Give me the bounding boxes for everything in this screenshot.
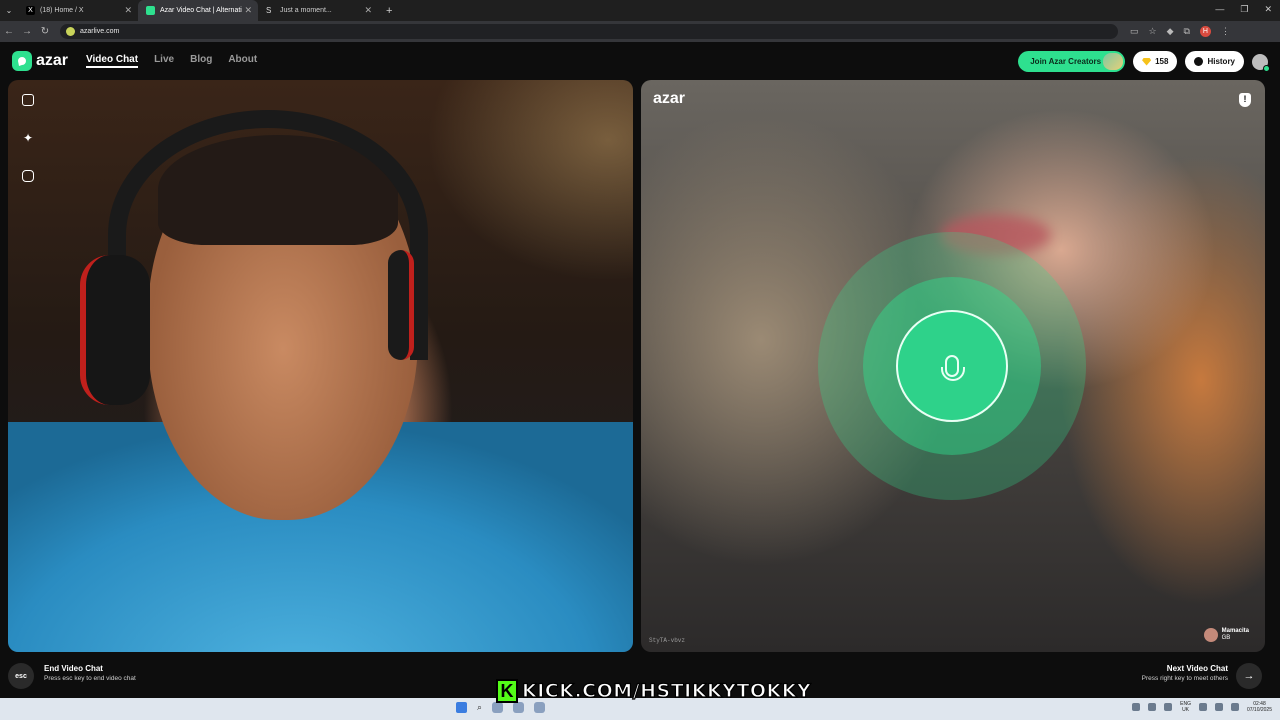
sparkle-effects-icon[interactable]: ✦ <box>22 132 34 144</box>
peer-info[interactable]: Mamacita GB <box>1203 628 1249 642</box>
azar-favicon-icon <box>146 6 155 15</box>
reload-icon[interactable]: ↻ <box>36 26 54 37</box>
gem-icon <box>1142 57 1152 66</box>
site-info-icon[interactable] <box>66 27 75 36</box>
history-label: History <box>1207 57 1235 66</box>
tab-x-home[interactable]: X (18) Home / X ✕ <box>18 0 138 21</box>
gems-count: 158 <box>1155 57 1169 66</box>
close-tab-icon[interactable]: ✕ <box>124 5 132 16</box>
close-tab-icon[interactable]: ✕ <box>364 5 372 16</box>
face-filter-icon[interactable] <box>22 170 34 182</box>
taskbar-search-icon[interactable]: ⌕ <box>477 702 482 713</box>
region-code: UK <box>1182 707 1190 713</box>
window-controls: — ❐ ✕ <box>1215 4 1272 15</box>
minimize-icon[interactable]: — <box>1215 4 1224 15</box>
maximize-icon[interactable]: ❐ <box>1240 4 1248 15</box>
tab-title: Azar Video Chat | Alternati <box>160 7 242 14</box>
headphone-left <box>80 255 150 405</box>
menu-kebab-icon[interactable]: ⋮ <box>1221 26 1230 37</box>
nav-live[interactable]: Live <box>154 54 174 68</box>
creators-thumbnail <box>1103 53 1124 70</box>
kick-overlay: K KICK.COM/HSTIKKYTOKKY <box>496 678 811 704</box>
tray-app-icon[interactable] <box>1148 703 1157 711</box>
nav-about[interactable]: About <box>228 54 257 68</box>
puzzle-icon[interactable]: ⧉ <box>1184 26 1190 37</box>
kick-url: KICK.COM/HSTIKKYTOKKY <box>521 679 812 702</box>
online-status-dot <box>1263 64 1270 72</box>
keyboard-language[interactable]: ENG UK <box>1180 701 1191 713</box>
kick-logo: K <box>496 679 518 703</box>
battery-icon[interactable] <box>1230 703 1239 711</box>
tab-just-a-moment[interactable]: S Just a moment... ✕ <box>258 0 378 21</box>
peer-country: GB <box>1221 635 1231 641</box>
report-shield-icon[interactable]: ! <box>1239 93 1251 107</box>
azar-logo-icon <box>12 51 32 71</box>
microphone-button[interactable] <box>896 310 1008 422</box>
tray-mic-icon[interactable] <box>1164 703 1173 711</box>
peer-name: Mamacita <box>1221 628 1249 634</box>
extension-icon[interactable]: ◆ <box>1167 26 1174 37</box>
site-favicon-icon: S <box>266 6 272 15</box>
end-chat-button[interactable]: esc <box>8 663 34 689</box>
arrow-right-icon: → <box>1243 670 1255 682</box>
main-nav: Video Chat Live Blog About <box>86 54 257 68</box>
azar-logo[interactable]: azar <box>12 51 68 71</box>
site-header: azar Video Chat Live Blog About Join Aza… <box>0 42 1280 80</box>
forward-icon[interactable]: → <box>18 26 36 37</box>
headphone-right <box>388 250 414 360</box>
profile-avatar[interactable]: H <box>1199 26 1211 37</box>
tab-title: (18) Home / X <box>40 7 84 14</box>
camera-tools: ✦ <box>22 94 34 182</box>
url-text: azarlive.com <box>80 28 120 35</box>
peer-id: StyTA-vbvz <box>649 637 686 644</box>
tab-search-icon[interactable]: ⌄ <box>0 6 18 15</box>
peer-avatar <box>1203 628 1218 642</box>
x-logo-icon: X <box>26 6 35 15</box>
next-chat-title: Next Video Chat <box>1166 664 1228 673</box>
clock-display[interactable]: 02:48 07/10/2025 <box>1247 701 1272 713</box>
tab-title: Just a moment... <box>280 7 332 14</box>
url-field[interactable]: azarlive.com <box>60 24 1118 39</box>
end-chat-title: End Video Chat <box>44 664 103 673</box>
date: 07/10/2025 <box>1246 707 1272 713</box>
nav-blog[interactable]: Blog <box>190 54 212 68</box>
bookmark-star-icon[interactable]: ☆ <box>1149 26 1157 37</box>
system-tray: ENG UK 02:48 07/10/2025 <box>1132 701 1272 713</box>
back-icon[interactable]: ← <box>0 26 18 37</box>
gems-button[interactable]: 158 <box>1133 51 1178 72</box>
browser-tab-strip: ⌄ X (18) Home / X ✕ Azar Video Chat | Al… <box>0 0 1280 21</box>
brand-name: azar <box>36 52 69 69</box>
join-creators-label: Join Azar Creators <box>1030 57 1102 66</box>
tab-azar[interactable]: Azar Video Chat | Alternati ✕ <box>138 0 258 21</box>
clock-icon <box>1194 57 1204 66</box>
next-chat-hint: Press right key to meet others <box>1141 675 1228 682</box>
extensions-row: ▭ ☆ ◆ ⧉ H ⋮ <box>1130 26 1230 37</box>
volume-icon[interactable] <box>1214 703 1223 711</box>
next-chat-button[interactable]: → <box>1236 663 1262 689</box>
azar-watermark: azar <box>653 90 686 107</box>
headphones-band <box>108 110 428 360</box>
new-tab-icon[interactable]: + <box>386 5 392 17</box>
address-bar-row: ← → ↻ azarlive.com ▭ ☆ ◆ ⧉ H ⋮ <box>0 21 1280 42</box>
microphone-icon <box>941 355 965 381</box>
end-chat-text: End Video Chat Press esc key to end vide… <box>44 664 136 682</box>
end-chat-hint: Press esc key to end video chat <box>44 675 136 682</box>
windows-start-icon[interactable] <box>456 702 467 713</box>
cast-icon[interactable]: ▭ <box>1130 26 1139 37</box>
next-chat-text: Next Video Chat Press right key to meet … <box>1142 664 1228 682</box>
join-creators-button[interactable]: Join Azar Creators <box>1018 51 1126 72</box>
remote-video-feed: azar ! StyTA-vbvz Mamacita GB <box>641 80 1265 652</box>
header-actions: Join Azar Creators 158 History <box>1018 51 1270 72</box>
wifi-icon[interactable] <box>1198 703 1207 711</box>
close-window-icon[interactable]: ✕ <box>1264 4 1272 15</box>
tray-chevron-icon[interactable] <box>1132 703 1141 711</box>
fullscreen-icon[interactable] <box>22 94 34 106</box>
local-video-feed: ✦ <box>8 80 633 652</box>
nav-video-chat[interactable]: Video Chat <box>86 54 139 68</box>
close-tab-icon[interactable]: ✕ <box>244 5 252 16</box>
history-button[interactable]: History <box>1185 51 1244 72</box>
user-profile-icon[interactable] <box>1252 53 1270 72</box>
